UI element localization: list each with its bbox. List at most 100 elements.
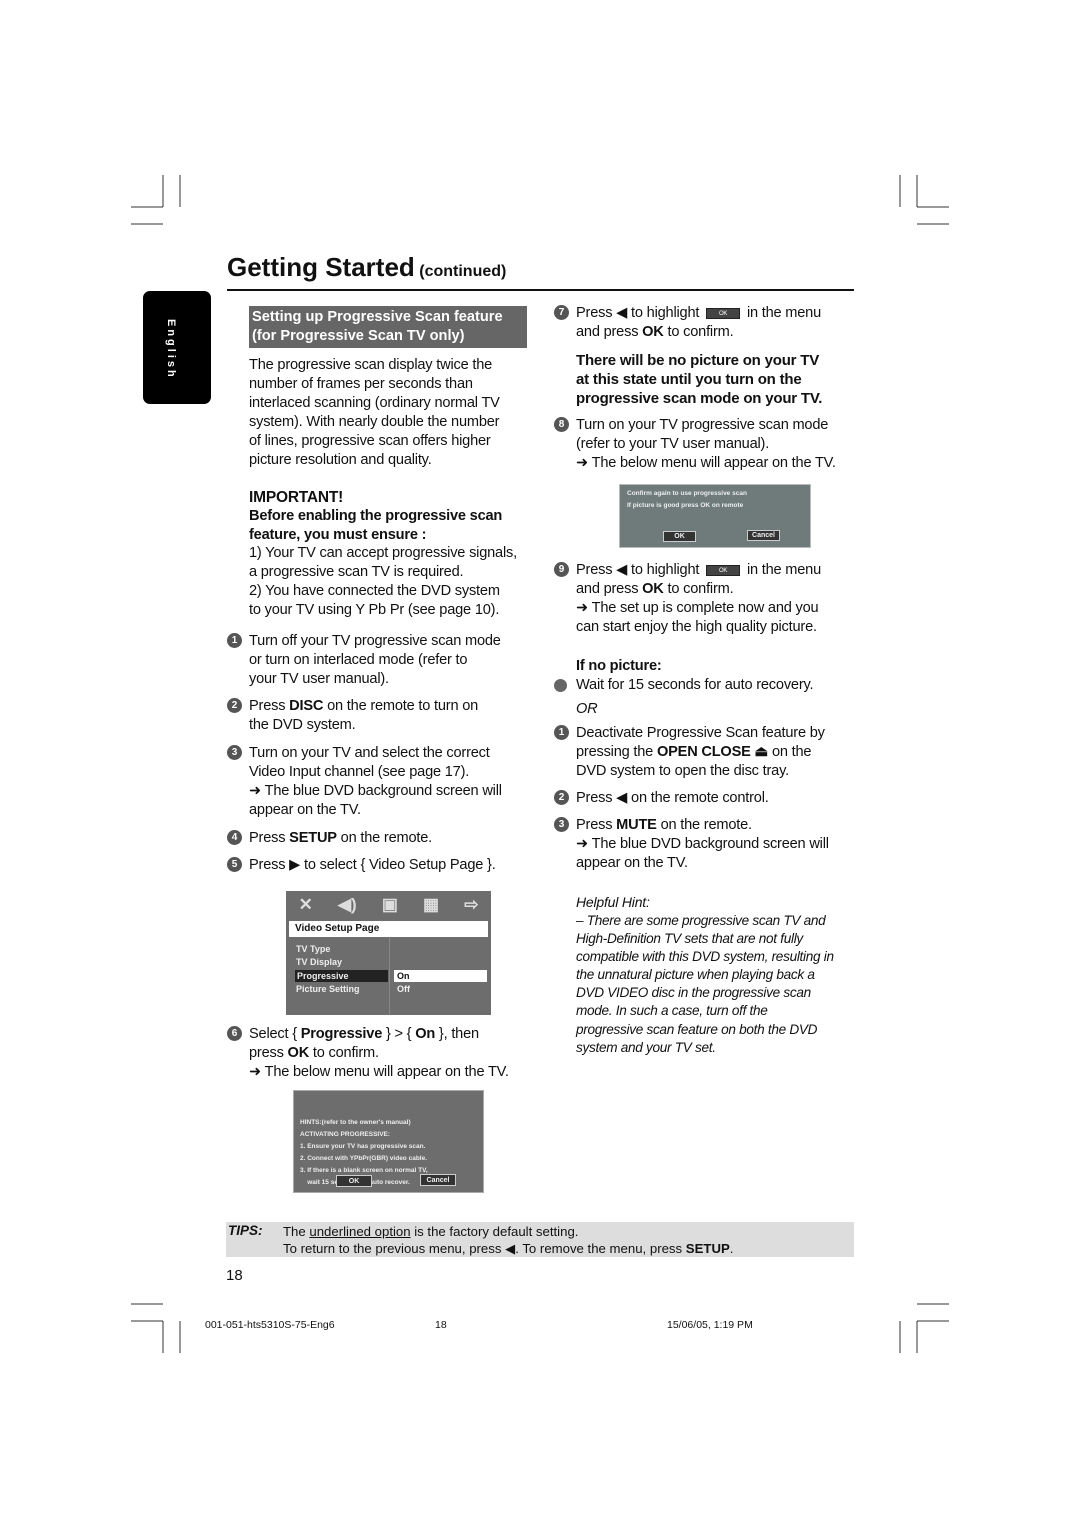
cancel-button: Cancel (420, 1174, 456, 1186)
page-title: Getting Started (continued) (227, 252, 506, 283)
bullet-text: Wait for 15 seconds for auto recovery. (576, 677, 814, 693)
text-segment: Press ◀ on the remote control. (576, 790, 769, 806)
ok-highlight-icon: OK (706, 564, 741, 576)
ok-button: OK (336, 1175, 372, 1187)
confirm-text: Confirm again to use progressive scan If … (627, 490, 747, 509)
text-segment: . (729, 1241, 734, 1256)
menu-item: Picture Setting (296, 984, 360, 994)
title-rule (227, 289, 854, 291)
text-segment: Turn off your TV progressive scan mode o… (249, 633, 501, 687)
text-segment: 1) Your TV can accept progressive signal… (249, 545, 517, 580)
step-2: Press DISC on the remote to turn on the … (249, 697, 478, 735)
text-segment: Press (249, 698, 290, 714)
text-segment: SETUP (289, 830, 337, 846)
text-segment: OK (287, 1045, 310, 1061)
menu-item: TV Display (296, 957, 343, 967)
menu-option-selected: On (394, 970, 487, 982)
text-segment: DISC (289, 698, 324, 714)
setup-tools-icon: ✕ (298, 895, 313, 914)
step-number: 7 (554, 305, 569, 320)
page-number: 18 (226, 1267, 243, 1284)
text-segment: is the factory default setting. (410, 1224, 579, 1239)
crop-marks (131, 175, 949, 1353)
or-text: OR (576, 701, 598, 717)
step-number: 3 (554, 817, 569, 832)
recovery-step-2: Press ◀ on the remote control. (576, 789, 769, 808)
language-tab: English (143, 291, 211, 404)
step-8: Turn on your TV progressive scan mode (r… (576, 416, 836, 473)
hint-title: Helpful Hint: (576, 894, 650, 910)
step-number: 4 (227, 830, 242, 845)
recovery-step-1: Deactivate Progressive Scan feature by p… (576, 724, 825, 781)
requirement-1: 1) Your TV can accept progressive signal… (249, 544, 517, 582)
tips-bar: TIPS: The underlined option is the facto… (226, 1222, 854, 1257)
ok-button: OK (663, 531, 696, 542)
text-segment: There will be no picture on your TV at t… (576, 352, 823, 407)
speaker-icon: ◀) (337, 895, 357, 914)
text-segment: IMPORTANT! (249, 489, 344, 506)
step-number: 2 (227, 698, 242, 713)
text-segment: To return to the previous menu, press ◀.… (283, 1241, 686, 1256)
step-5: Press ▶ to select { Video Setup Page }. (249, 856, 496, 875)
menu-item-selected: Progressive (295, 970, 388, 982)
step-number: 5 (227, 857, 242, 872)
recovery-step-3: Press MUTE on the remote. ➜ The blue DVD… (576, 816, 829, 873)
preference-icon: ▦ (423, 895, 440, 914)
text-segment: OPEN CLOSE ⏏ (656, 744, 769, 760)
ok-highlight-icon: OK (706, 307, 741, 319)
bullet-icon (554, 679, 567, 692)
step-6: Select { Progressive } > { On }, then pr… (249, 1025, 509, 1082)
step-number: 1 (227, 633, 242, 648)
hint-text: – There are some progressive scan TV and… (576, 913, 834, 1055)
step-number: 8 (554, 417, 569, 432)
step-number: 6 (227, 1026, 242, 1041)
text-segment: underlined option (309, 1224, 411, 1239)
text-segment: Before enabling the progressive scan fea… (249, 508, 503, 543)
confirm-menu-screenshot: Confirm again to use progressive scan If … (619, 484, 811, 548)
hints-menu-screenshot: HINTS:(refer to the owner's manual) ACTIV… (293, 1090, 484, 1193)
video-icon: ▣ (381, 895, 398, 914)
hints-text: HINTS:(refer to the owner's manual) ACTIV… (300, 1119, 428, 1186)
text-segment: Progressive (300, 1026, 383, 1042)
menu-page-title: Video Setup Page (289, 921, 488, 937)
tips-label: TIPS: (228, 1223, 263, 1238)
step-number: 2 (554, 790, 569, 805)
no-picture-heading: If no picture: (576, 658, 662, 674)
step-number: 9 (554, 562, 569, 577)
step-number: 3 (227, 745, 242, 760)
menu-option: Off (397, 984, 410, 994)
step-9: Press ◀ to highlight OK in the menu and … (576, 562, 822, 635)
text-segment: } > { (382, 1026, 416, 1042)
important-heading: IMPORTANT! (249, 488, 343, 507)
footer-date: 15/06/05, 1:19 PM (667, 1319, 753, 1331)
warning-text: There will be no picture on your TV at t… (576, 351, 822, 408)
menu-item: TV Type (296, 944, 331, 954)
important-text: Before enabling the progressive scan fea… (249, 507, 502, 545)
menu-icon-bar: ✕ ◀) ▣ ▦ ⇨ (286, 895, 491, 915)
footer-page: 18 (435, 1319, 447, 1331)
title-main: Getting Started (227, 252, 415, 282)
step-1: Turn off your TV progressive scan mode o… (249, 632, 501, 689)
title-sub: (continued) (419, 263, 507, 280)
text-segment: Press ▶ to select { Video Setup Page }. (249, 857, 496, 873)
language-label: English (165, 319, 177, 380)
text-segment: The progressive scan display twice the n… (249, 357, 500, 468)
text-segment: Turn on your TV and select the correct V… (249, 745, 502, 818)
footer-file: 001-051-hts5310S-75-Eng6 (205, 1319, 335, 1331)
step-number: 1 (554, 725, 569, 740)
step-4: Press SETUP on the remote. (249, 829, 432, 848)
text-segment: on the remote. (336, 830, 433, 846)
text-segment: On (415, 1026, 436, 1042)
text-segment: Select { (249, 1026, 301, 1042)
tips-line-1: The underlined option is the factory def… (283, 1223, 578, 1240)
intro-text: The progressive scan display twice the n… (249, 356, 500, 470)
text-segment: Press (249, 830, 290, 846)
requirement-2: 2) You have connected the DVD system to … (249, 582, 500, 620)
text-segment: SETUP (685, 1241, 730, 1256)
exit-icon: ⇨ (464, 895, 479, 914)
step-3: Turn on your TV and select the correct V… (249, 744, 502, 820)
section-header: Setting up Progressive Scan feature (for… (249, 306, 527, 348)
text-segment: Press (576, 817, 617, 833)
text-segment: Turn on your TV progressive scan mode (r… (576, 417, 836, 471)
text-segment: 2) You have connected the DVD system to … (249, 583, 500, 618)
